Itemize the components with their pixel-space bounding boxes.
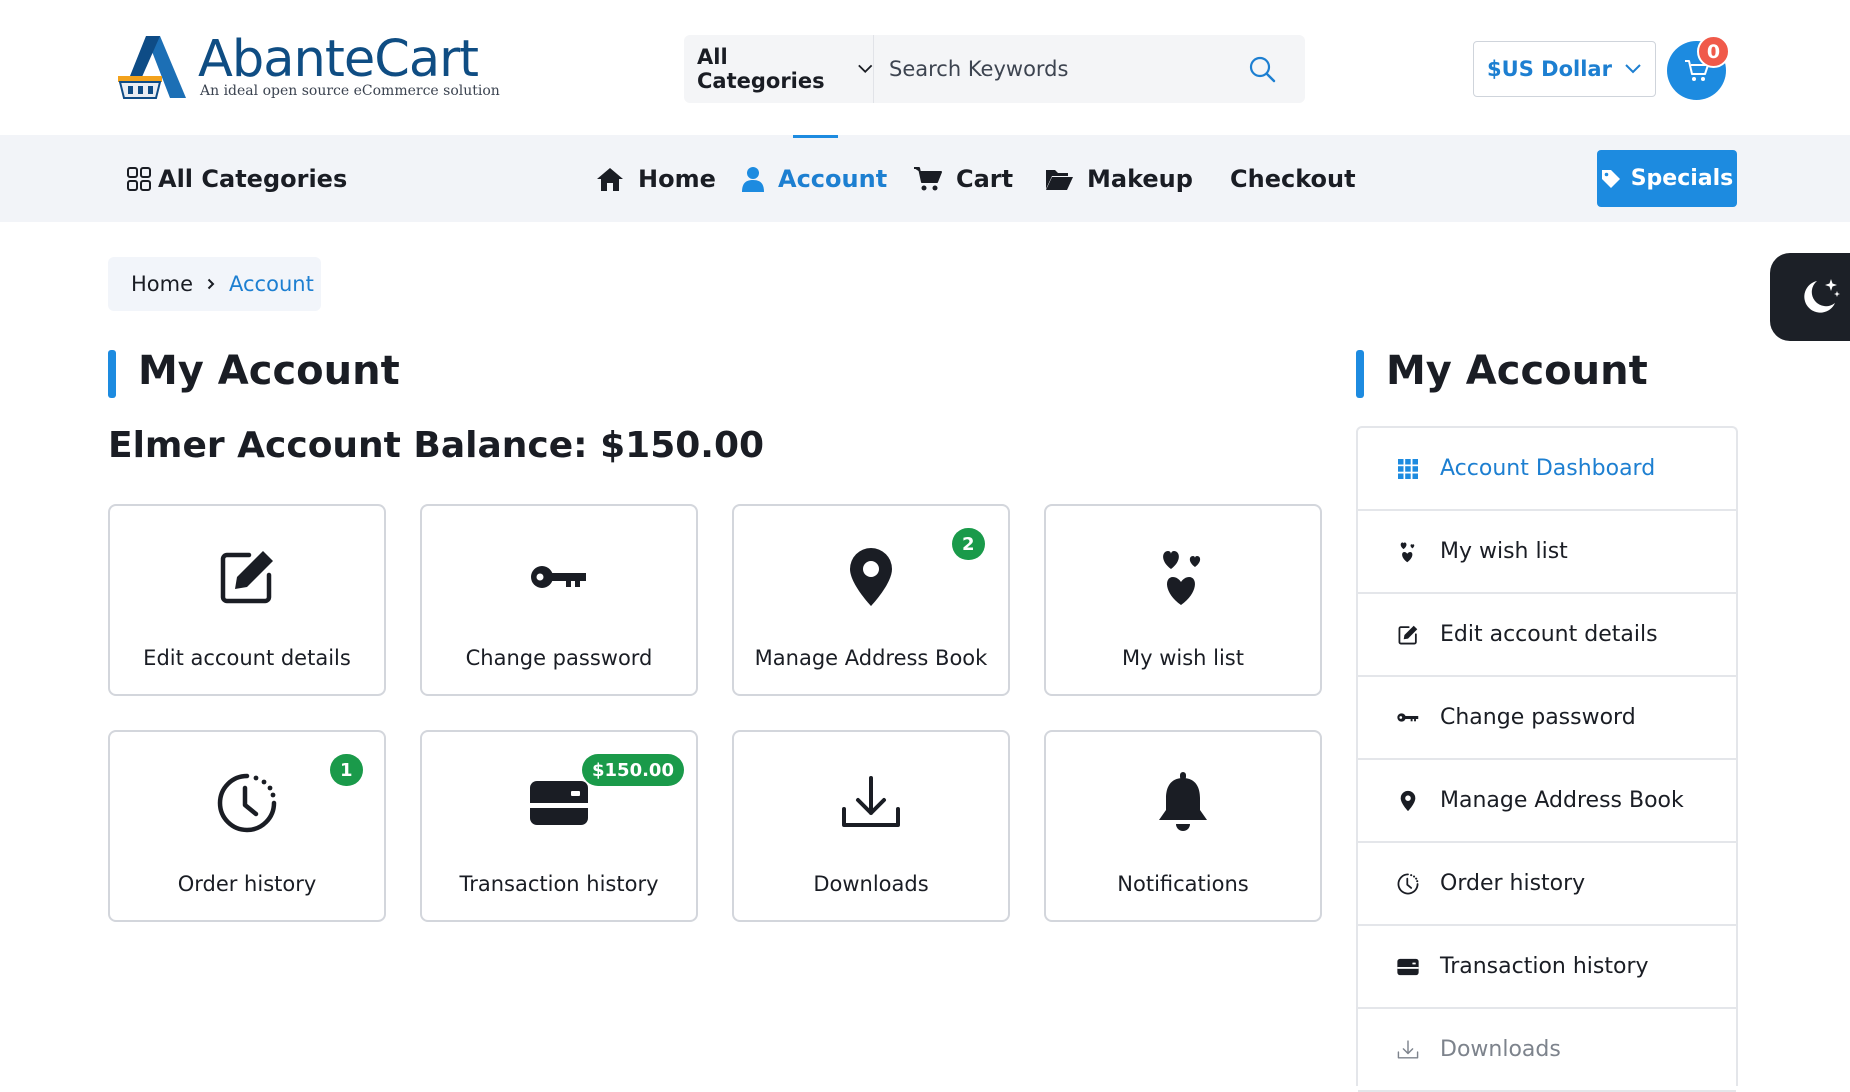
card-label: Downloads — [813, 872, 929, 896]
categories-grid-icon — [127, 166, 151, 191]
breadcrumb-separator — [207, 278, 215, 290]
credit-card-icon — [1397, 958, 1419, 975]
credit-card-icon — [530, 781, 588, 825]
nav-item-checkout[interactable]: Checkout — [1230, 135, 1356, 222]
card-transaction-history[interactable]: $150.00 Transaction history — [420, 730, 698, 922]
key-icon — [531, 566, 586, 588]
logo-mark-icon — [118, 36, 186, 99]
address-count-badge: 2 — [952, 528, 985, 560]
chevron-down-icon — [857, 64, 872, 74]
sidebar-item-label: Transaction history — [1440, 954, 1649, 979]
cart-count-badge: 0 — [1697, 35, 1730, 68]
logo-subtitle: An ideal open source eCommerce solution — [200, 83, 500, 99]
clock-icon — [1397, 873, 1419, 894]
nav-item-label: Checkout — [1230, 164, 1356, 193]
card-address-book[interactable]: 2 Manage Address Book — [732, 504, 1010, 696]
card-label: Manage Address Book — [754, 646, 988, 670]
card-edit-account[interactable]: Edit account details — [108, 504, 386, 696]
sidebar-item-transaction-history[interactable]: Transaction history — [1358, 926, 1736, 1009]
card-label: My wish list — [1121, 646, 1244, 670]
sidebar-item-wish-list[interactable]: My wish list — [1358, 511, 1736, 594]
sidebar-item-label: Order history — [1440, 871, 1586, 896]
specials-label: Specials — [1630, 166, 1734, 191]
edit-icon — [220, 551, 273, 604]
card-downloads[interactable]: Downloads — [732, 730, 1010, 922]
currency-select[interactable]: $US Dollar — [1473, 41, 1656, 97]
card-label: Notifications — [1117, 872, 1249, 896]
search-icon — [1249, 56, 1276, 83]
search-category-select[interactable]: All Categories — [684, 35, 874, 103]
sidebar-title: My Account — [1356, 348, 1648, 400]
download-icon — [1397, 1039, 1419, 1059]
card-notifications[interactable]: Notifications — [1044, 730, 1322, 922]
card-label: Change password — [465, 646, 653, 670]
search-input[interactable] — [875, 35, 1235, 103]
site-logo[interactable]: AbanteCart An ideal open source eCommerc… — [116, 30, 500, 105]
hearts-icon — [1400, 541, 1415, 562]
order-count-badge: 1 — [330, 754, 363, 786]
specials-button[interactable]: Specials — [1597, 150, 1737, 207]
account-balance: Elmer Account Balance: $150.00 — [108, 425, 765, 466]
sidebar-item-address-book[interactable]: Manage Address Book — [1358, 760, 1736, 843]
nav-item-home[interactable]: Home — [596, 135, 716, 222]
card-label: Edit account details — [143, 646, 351, 670]
nav-active-indicator — [793, 135, 838, 138]
hearts-icon — [1163, 551, 1201, 605]
breadcrumb: Home Account — [108, 257, 321, 311]
card-wish-list[interactable]: My wish list — [1044, 504, 1322, 696]
logo-title: AbanteCart — [198, 30, 479, 89]
cart-icon — [914, 166, 942, 190]
sidebar-item-edit-account[interactable]: Edit account details — [1358, 594, 1736, 677]
nav-all-categories[interactable]: All Categories — [126, 135, 347, 222]
balance-badge: $150.00 — [582, 754, 684, 786]
card-change-password[interactable]: Change password — [420, 504, 698, 696]
breadcrumb-home-link[interactable]: Home — [131, 272, 193, 296]
nav-item-makeup[interactable]: Makeup — [1045, 135, 1193, 222]
map-pin-icon — [1400, 790, 1416, 811]
search-button[interactable] — [1232, 49, 1292, 89]
account-menu: Account Dashboard My wish list Edit acco… — [1356, 426, 1738, 1092]
card-order-history[interactable]: 1 Order history — [108, 730, 386, 922]
search-category-label: All Categories — [697, 45, 825, 93]
tag-icon — [1601, 169, 1620, 188]
chevron-down-icon — [1625, 64, 1641, 74]
user-icon — [742, 166, 764, 192]
edit-icon — [1398, 625, 1418, 644]
nav-item-cart[interactable]: Cart — [914, 135, 1013, 222]
sidebar-item-label: Manage Address Book — [1440, 788, 1684, 813]
sidebar-item-change-password[interactable]: Change password — [1358, 677, 1736, 760]
nav-item-account[interactable]: Account — [742, 135, 887, 222]
nav-item-label: Account — [778, 164, 888, 193]
download-icon — [842, 776, 900, 827]
clock-icon — [217, 773, 277, 833]
sidebar-item-downloads[interactable]: Downloads — [1358, 1009, 1736, 1092]
map-pin-icon — [850, 548, 892, 606]
dark-mode-toggle[interactable] — [1770, 253, 1850, 341]
moon-stars-icon — [1804, 279, 1840, 313]
card-label: Order history — [177, 872, 317, 896]
page-title: My Account — [108, 348, 400, 400]
sidebar-item-label: Change password — [1440, 705, 1636, 730]
sidebar-item-dashboard[interactable]: Account Dashboard — [1358, 428, 1736, 511]
nav-item-label: Cart — [956, 164, 1014, 193]
sidebar-item-label: Account Dashboard — [1440, 456, 1656, 481]
card-label: Transaction history — [459, 872, 659, 896]
sidebar-item-label: Edit account details — [1440, 622, 1658, 647]
nav-all-categories-label: All Categories — [158, 164, 348, 193]
chevron-right-icon — [207, 278, 215, 290]
bell-icon — [1159, 772, 1207, 831]
home-icon — [597, 167, 623, 191]
currency-label: $US Dollar — [1487, 57, 1612, 81]
grid-icon — [1398, 458, 1418, 479]
sidebar-item-order-history[interactable]: Order history — [1358, 843, 1736, 926]
sidebar-item-label: Downloads — [1440, 1037, 1561, 1062]
key-icon — [1397, 713, 1419, 722]
sidebar-item-label: My wish list — [1440, 539, 1568, 564]
nav-item-label: Makeup — [1087, 164, 1193, 193]
breadcrumb-current[interactable]: Account — [229, 272, 314, 296]
main-nav: All Categories Home Account Cart Makeup … — [0, 135, 1850, 222]
search-bar: All Categories — [684, 35, 1305, 103]
folder-open-icon — [1046, 169, 1073, 190]
nav-item-label: Home — [638, 164, 716, 193]
